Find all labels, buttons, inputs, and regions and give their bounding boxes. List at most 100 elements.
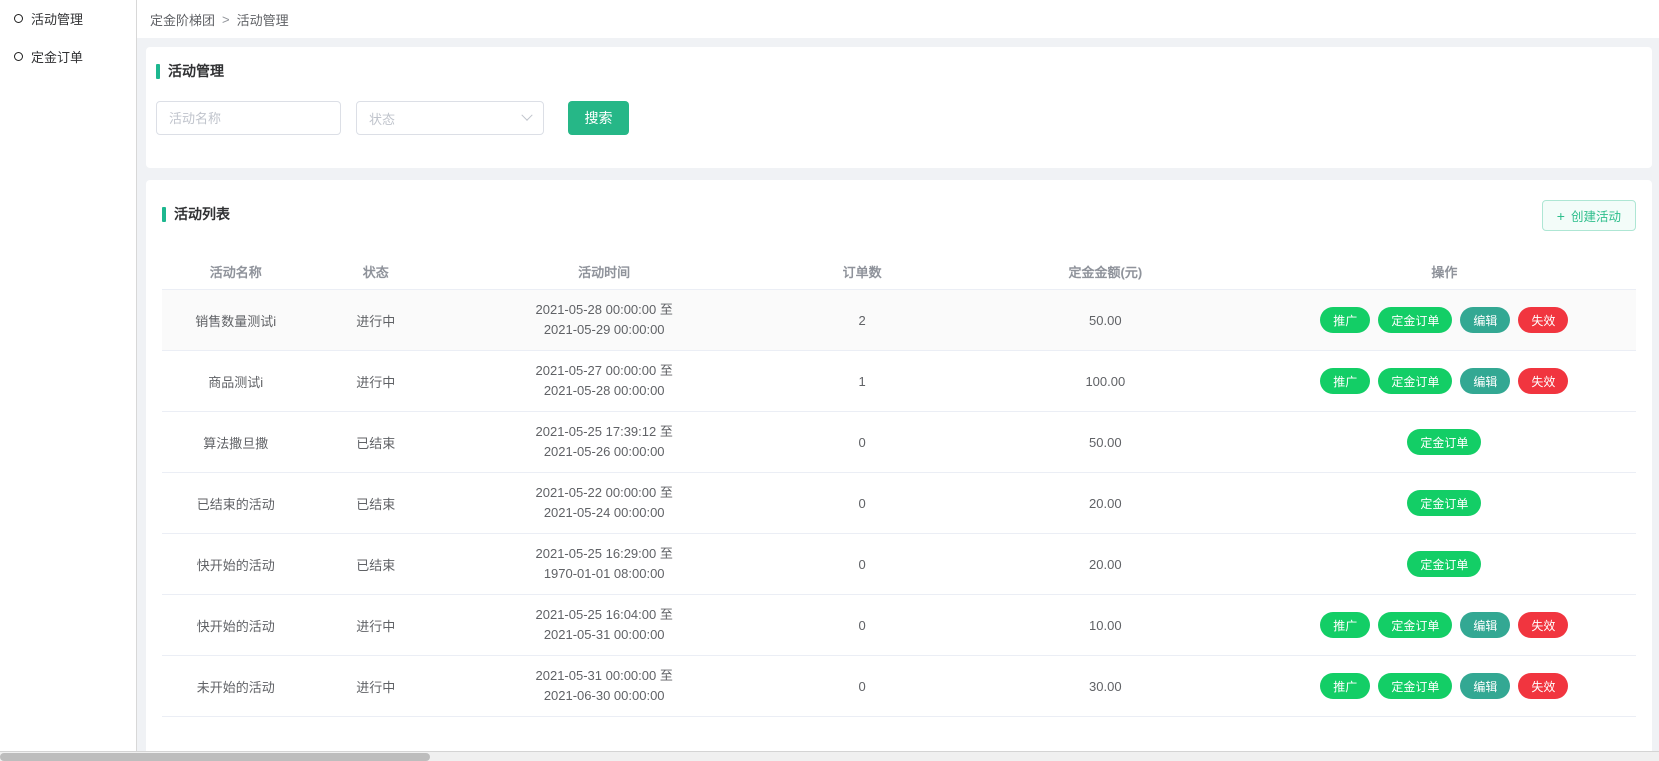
cell-status: 进行中	[309, 311, 442, 330]
breadcrumb: 定金阶梯团 > 活动管理	[137, 0, 1659, 38]
create-activity-button[interactable]: + 创建活动	[1542, 200, 1636, 231]
cell-activity-name: 商品测试i	[162, 372, 309, 391]
table-row: 销售数量测试i进行中2021-05-28 00:00:00 至2021-05-2…	[162, 290, 1636, 351]
plus-icon: +	[1557, 208, 1565, 224]
time-line: 2021-06-30 00:00:00	[442, 686, 766, 706]
cell-order-count: 0	[766, 435, 958, 450]
cell-order-count: 2	[766, 313, 958, 328]
status-select[interactable]: 状态	[356, 101, 544, 135]
table-row: 已结束的活动已结束2021-05-22 00:00:00 至2021-05-24…	[162, 473, 1636, 534]
time-line: 2021-05-25 17:39:12 至	[442, 422, 766, 442]
sidebar-item-deposit-orders[interactable]: 定金订单	[14, 46, 136, 66]
cell-activity-time: 2021-05-25 16:04:00 至2021-05-31 00:00:00	[442, 605, 766, 645]
edit-button[interactable]: 编辑	[1460, 368, 1510, 394]
panel-title-text: 活动管理	[168, 61, 224, 81]
promote-button[interactable]: 推广	[1320, 307, 1370, 333]
cell-deposit-amount: 20.00	[958, 496, 1253, 511]
promote-button[interactable]: 推广	[1320, 673, 1370, 699]
time-line: 2021-05-24 00:00:00	[442, 503, 766, 523]
table-row: 快开始的活动已结束2021-05-25 16:29:00 至1970-01-01…	[162, 534, 1636, 595]
table-body: 销售数量测试i进行中2021-05-28 00:00:00 至2021-05-2…	[162, 290, 1636, 717]
cell-deposit-amount: 20.00	[958, 557, 1253, 572]
invalidate-button[interactable]: 失效	[1518, 612, 1568, 638]
sidebar-item-label: 定金订单	[31, 47, 83, 66]
cell-order-count: 0	[766, 557, 958, 572]
cell-activity-time: 2021-05-31 00:00:00 至2021-06-30 00:00:00	[442, 666, 766, 706]
cell-actions: 推广定金订单编辑失效	[1253, 307, 1636, 333]
cell-actions: 定金订单	[1253, 551, 1636, 577]
cell-activity-time: 2021-05-27 00:00:00 至2021-05-28 00:00:00	[442, 361, 766, 401]
cell-deposit-amount: 50.00	[958, 435, 1253, 450]
activity-name-input[interactable]	[156, 101, 341, 135]
cell-order-count: 0	[766, 679, 958, 694]
time-line: 2021-05-25 16:29:00 至	[442, 544, 766, 564]
circle-bullet-icon	[14, 52, 23, 61]
main-content: 定金阶梯团 > 活动管理 活动管理 状态 搜索 活动列表 + 创建活动	[137, 0, 1659, 761]
circle-bullet-icon	[14, 14, 23, 23]
edit-button[interactable]: 编辑	[1460, 673, 1510, 699]
table-row: 商品测试i进行中2021-05-27 00:00:00 至2021-05-28 …	[162, 351, 1636, 412]
promote-button[interactable]: 推广	[1320, 612, 1370, 638]
cell-status: 进行中	[309, 616, 442, 635]
search-button[interactable]: 搜索	[568, 101, 629, 135]
cell-status: 进行中	[309, 677, 442, 696]
cell-activity-name: 快开始的活动	[162, 555, 309, 574]
sidebar-item-label: 活动管理	[31, 9, 83, 28]
deposit-orders-button[interactable]: 定金订单	[1378, 307, 1452, 333]
table-row: 未开始的活动进行中2021-05-31 00:00:00 至2021-06-30…	[162, 656, 1636, 717]
panel-title-text: 活动列表	[174, 204, 230, 224]
search-panel: 活动管理 状态 搜索	[146, 47, 1652, 168]
breadcrumb-parent[interactable]: 定金阶梯团	[150, 10, 215, 29]
edit-button[interactable]: 编辑	[1460, 307, 1510, 333]
list-panel-title: 活动列表	[162, 204, 230, 224]
horizontal-scrollbar[interactable]	[0, 751, 1659, 761]
deposit-orders-button[interactable]: 定金订单	[1407, 429, 1481, 455]
deposit-orders-button[interactable]: 定金订单	[1378, 673, 1452, 699]
cell-deposit-amount: 100.00	[958, 374, 1253, 389]
breadcrumb-current: 活动管理	[237, 10, 289, 29]
chevron-down-icon	[521, 110, 532, 121]
search-form: 状态 搜索	[156, 101, 1642, 135]
cell-order-count: 1	[766, 374, 958, 389]
cell-status: 已结束	[309, 494, 442, 513]
invalidate-button[interactable]: 失效	[1518, 368, 1568, 394]
table-row: 算法撒旦撒已结束2021-05-25 17:39:12 至2021-05-26 …	[162, 412, 1636, 473]
cell-deposit-amount: 50.00	[958, 313, 1253, 328]
horizontal-scrollbar-thumb[interactable]	[0, 753, 430, 761]
activity-table: 活动名称 状态 活动时间 订单数 定金金额(元) 操作 销售数量测试i进行中20…	[162, 253, 1636, 717]
cell-activity-time: 2021-05-25 17:39:12 至2021-05-26 00:00:00	[442, 422, 766, 462]
deposit-orders-button[interactable]: 定金订单	[1407, 490, 1481, 516]
column-header-status: 状态	[309, 262, 442, 281]
deposit-orders-button[interactable]: 定金订单	[1407, 551, 1481, 577]
cell-activity-time: 2021-05-28 00:00:00 至2021-05-29 00:00:00	[442, 300, 766, 340]
cell-activity-name: 算法撒旦撒	[162, 433, 309, 452]
column-header-time: 活动时间	[442, 262, 766, 281]
invalidate-button[interactable]: 失效	[1518, 307, 1568, 333]
time-line: 2021-05-28 00:00:00	[442, 381, 766, 401]
time-line: 2021-05-31 00:00:00 至	[442, 666, 766, 686]
deposit-orders-button[interactable]: 定金订单	[1378, 612, 1452, 638]
promote-button[interactable]: 推广	[1320, 368, 1370, 394]
sidebar-item-activity-management[interactable]: 活动管理	[14, 8, 136, 28]
time-line: 2021-05-27 00:00:00 至	[442, 361, 766, 381]
deposit-orders-button[interactable]: 定金订单	[1378, 368, 1452, 394]
cell-status: 已结束	[309, 555, 442, 574]
time-line: 2021-05-31 00:00:00	[442, 625, 766, 645]
cell-order-count: 0	[766, 618, 958, 633]
cell-actions: 推广定金订单编辑失效	[1253, 368, 1636, 394]
cell-actions: 定金订单	[1253, 490, 1636, 516]
edit-button[interactable]: 编辑	[1460, 612, 1510, 638]
column-header-orders: 订单数	[766, 262, 958, 281]
column-header-amount: 定金金额(元)	[958, 262, 1253, 281]
table-row: 快开始的活动进行中2021-05-25 16:04:00 至2021-05-31…	[162, 595, 1636, 656]
time-line: 2021-05-29 00:00:00	[442, 320, 766, 340]
cell-actions: 定金订单	[1253, 429, 1636, 455]
column-header-actions: 操作	[1253, 262, 1636, 281]
column-header-name: 活动名称	[162, 262, 309, 281]
create-activity-label: 创建活动	[1571, 206, 1621, 225]
activity-list-panel: 活动列表 + 创建活动 活动名称 状态 活动时间 订单数 定金金额(元) 操作 …	[146, 180, 1652, 761]
invalidate-button[interactable]: 失效	[1518, 673, 1568, 699]
breadcrumb-separator: >	[222, 12, 230, 27]
list-header: 活动列表 + 创建活动	[162, 204, 1636, 231]
cell-status: 已结束	[309, 433, 442, 452]
